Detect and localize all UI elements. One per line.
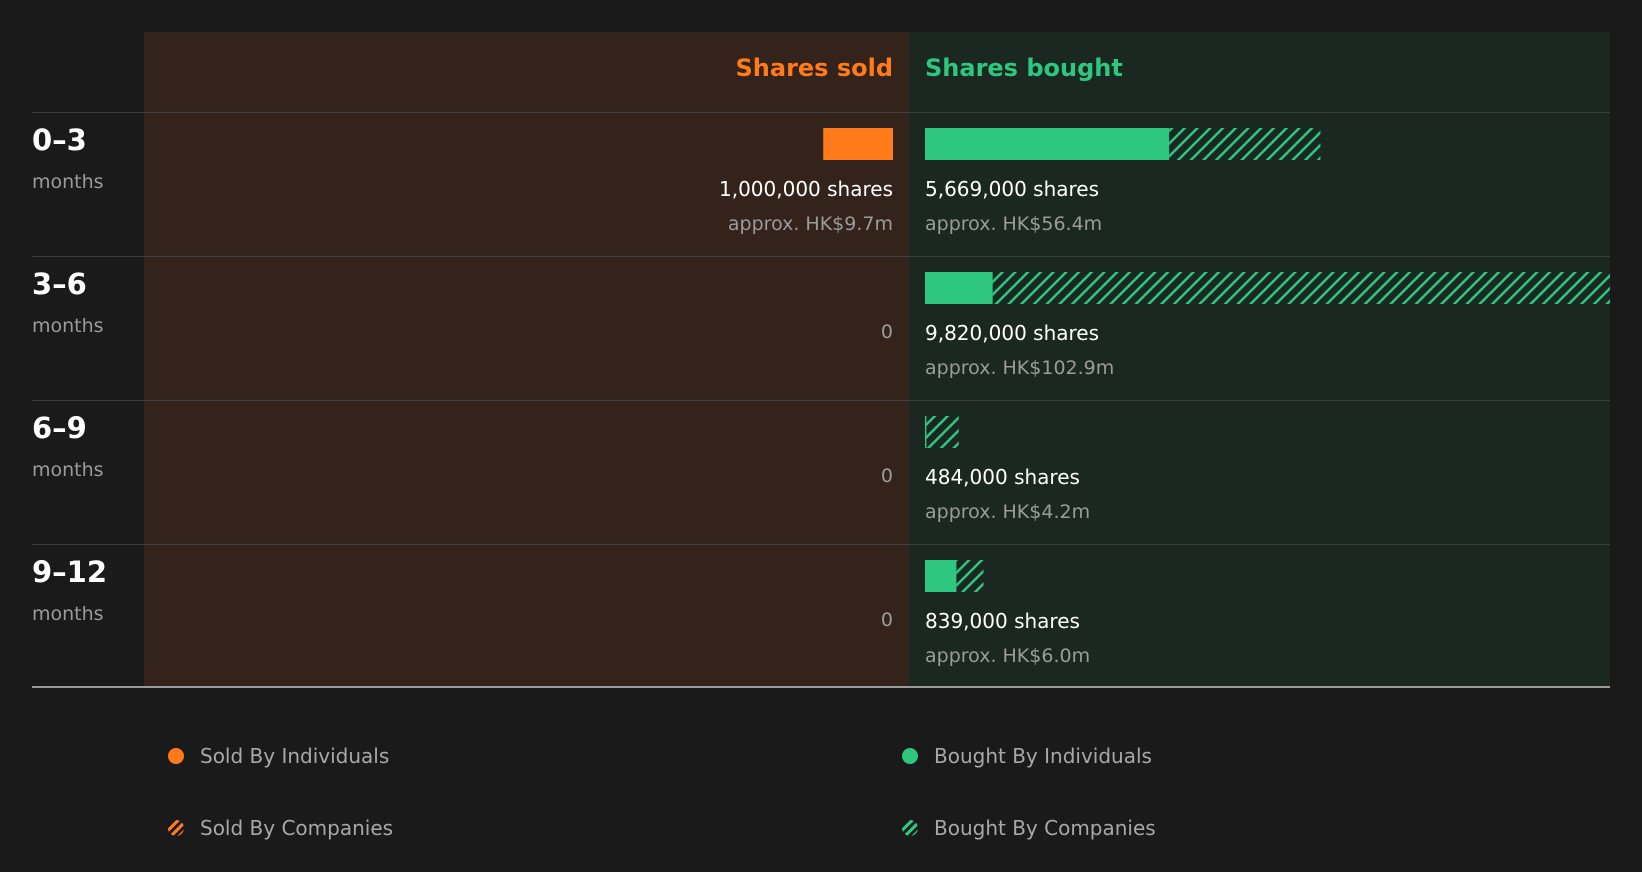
bought-individuals-swatch-icon — [902, 748, 918, 764]
sold-shares-label: 1,000,000 shares — [718, 177, 893, 201]
bought-value-label: approx. HK$4.2m — [925, 501, 1091, 523]
period-range-label: 9–12 — [32, 555, 108, 589]
legend-item-bought-individuals: Bought By Individuals — [902, 742, 1152, 770]
period-range-label: 0–3 — [32, 123, 87, 157]
legend-item-sold-individuals: Sold By Individuals — [168, 742, 389, 770]
sold-zero-label: 0 — [880, 465, 893, 487]
period-row: 3–6 months 0 9,820,000 shares approx. HK… — [0, 257, 1642, 401]
sold-companies-swatch-icon — [168, 820, 184, 836]
period-row: 0–3 months 1,000,000 shares approx. HK$9… — [0, 113, 1642, 257]
bought-companies-swatch-icon — [902, 820, 918, 836]
bought-value-label: approx. HK$102.9m — [925, 357, 1115, 379]
bought-shares-label: 839,000 shares — [925, 609, 1080, 633]
legend-label: Bought By Companies — [934, 816, 1156, 840]
legend-label: Sold By Companies — [200, 816, 394, 840]
period-row: 9–12 months 0 839,000 shares approx. HK$… — [0, 545, 1642, 689]
sold-zero-label: 0 — [880, 609, 893, 631]
legend-label: Bought By Individuals — [934, 744, 1152, 768]
period-row: 6–9 months 0 484,000 shares approx. HK$4… — [0, 401, 1642, 545]
sold-individuals-swatch-icon — [168, 748, 184, 764]
period-unit-label: months — [32, 315, 104, 337]
bought-shares-label: 484,000 shares — [925, 465, 1080, 489]
bought-value-label: approx. HK$56.4m — [925, 213, 1103, 235]
period-unit-label: months — [32, 459, 104, 481]
insider-trading-chart: Shares sold Shares bought 0–3 months 1,0… — [0, 0, 1642, 872]
sold-zero-label: 0 — [880, 321, 893, 343]
period-range-label: 3–6 — [32, 267, 87, 301]
legend-label: Sold By Individuals — [200, 744, 390, 768]
period-range-label: 6–9 — [32, 411, 87, 445]
period-unit-label: months — [32, 603, 104, 625]
shares-sold-header: Shares sold — [735, 54, 894, 82]
bought-shares-label: 5,669,000 shares — [925, 177, 1100, 201]
shares-bought-header: Shares bought — [925, 54, 1123, 82]
bought-value-label: approx. HK$6.0m — [925, 645, 1091, 667]
bought-shares-label: 9,820,000 shares — [925, 321, 1100, 345]
sold-value-label: approx. HK$9.7m — [727, 213, 893, 235]
period-unit-label: months — [32, 171, 104, 193]
legend-item-bought-companies: Bought By Companies — [902, 814, 1156, 842]
legend-item-sold-companies: Sold By Companies — [168, 814, 393, 842]
